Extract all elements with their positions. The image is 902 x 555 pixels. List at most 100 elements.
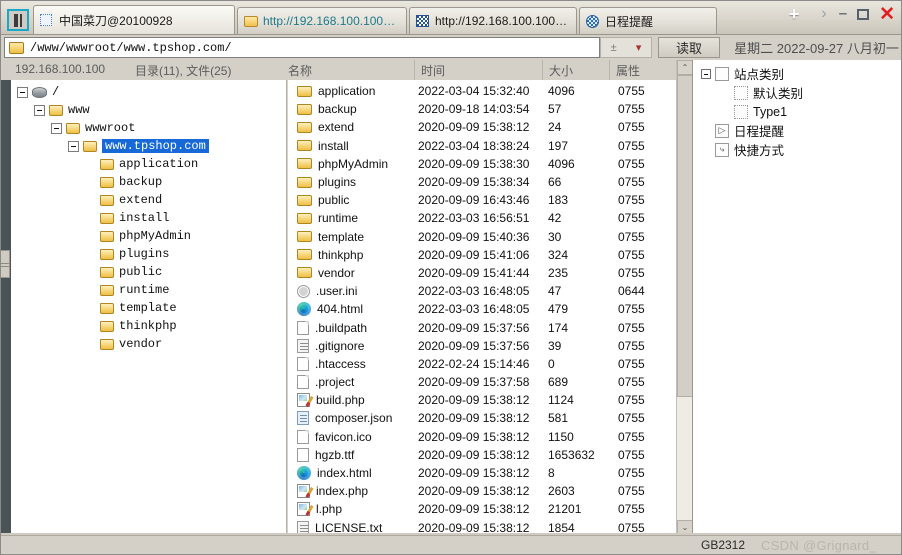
tree-node[interactable]: wwwroot — [11, 119, 286, 137]
file-row[interactable]: vendor 2020-09-09 15:41:44 235 0755 — [288, 264, 676, 282]
tab-overflow-icon[interactable]: › — [821, 5, 826, 23]
tree-node[interactable]: plugins — [11, 245, 286, 263]
file-attr: 0755 — [618, 411, 645, 426]
tree-node[interactable]: extend — [11, 191, 286, 209]
file-row[interactable]: .user.ini 2022-03-03 16:48:05 47 0644 — [288, 282, 676, 300]
file-row[interactable]: runtime 2022-03-03 16:56:51 42 0755 — [288, 209, 676, 227]
file-attr: 0755 — [618, 156, 645, 171]
file-row[interactable]: composer.json 2020-09-09 15:38:12 581 0755 — [288, 409, 676, 427]
tree-node[interactable]: www.tpshop.com — [11, 137, 286, 155]
maximize-button[interactable] — [857, 8, 870, 20]
tree-node[interactable]: vendor — [11, 335, 286, 353]
tab-1[interactable]: http://192.168.100.100/2001... — [237, 7, 407, 34]
new-tab-button[interactable]: + — [775, 5, 822, 23]
file-row[interactable]: .buildpath 2020-09-09 15:37:56 174 0755 — [288, 318, 676, 336]
site-tree-node[interactable]: ▷ 日程提醒 — [693, 121, 901, 140]
folder-icon — [297, 267, 312, 279]
file-size: 1653632 — [548, 447, 595, 462]
file-attr: 0755 — [618, 484, 645, 499]
site-tree-node[interactable]: ⤷ 快捷方式 — [693, 140, 901, 159]
file-row[interactable]: .gitignore 2020-09-09 15:37:56 39 0755 — [288, 337, 676, 355]
read-button[interactable]: 读取 — [658, 37, 720, 58]
file-time: 2020-09-09 15:38:12 — [418, 411, 530, 426]
file-row[interactable]: install 2022-03-04 18:38:24 197 0755 — [288, 137, 676, 155]
site-tree-node[interactable]: 站点类别 — [693, 64, 901, 83]
tab-0[interactable]: 中国菜刀@20100928 — [33, 5, 235, 34]
tree-node[interactable]: backup — [11, 173, 286, 191]
file-row[interactable]: hgzb.ttf 2020-09-09 15:38:12 1653632 0755 — [288, 446, 676, 464]
dotted-icon — [734, 104, 748, 119]
path-adjust-control[interactable]: ± ▾ — [600, 37, 652, 58]
tree-node[interactable]: runtime — [11, 281, 286, 299]
collapse-icon[interactable] — [34, 104, 45, 116]
file-row[interactable]: thinkphp 2020-09-09 15:41:06 324 0755 — [288, 246, 676, 264]
file-row[interactable]: public 2020-09-09 16:43:46 183 0755 — [288, 191, 676, 209]
file-row[interactable]: .htaccess 2022-02-24 15:14:46 0 0755 — [288, 355, 676, 373]
file-row[interactable]: index.php 2020-09-09 15:38:12 2603 0755 — [288, 482, 676, 500]
file-row[interactable]: application 2022-03-04 15:32:40 4096 0755 — [288, 82, 676, 100]
file-time: 2022-03-04 18:38:24 — [418, 138, 530, 153]
scroll-up-button[interactable]: ⌃ — [677, 60, 693, 75]
tree-node[interactable]: / — [11, 83, 286, 101]
tab-3[interactable]: 日程提醒 — [579, 7, 717, 34]
chevron-down-icon[interactable]: ▾ — [636, 41, 642, 54]
folder-icon — [297, 85, 312, 97]
app-icon[interactable] — [7, 9, 29, 31]
column-size[interactable]: 大小 — [549, 62, 573, 79]
file-row[interactable]: l.php 2020-09-09 15:38:12 21201 0755 — [288, 500, 676, 518]
column-time[interactable]: 时间 — [421, 62, 445, 79]
status-bar: GB2312 CSDN @Grignard_ — [1, 535, 901, 554]
site-tree-node[interactable]: 默认类别 — [693, 83, 901, 102]
file-row[interactable]: extend 2020-09-09 15:38:12 24 0755 — [288, 118, 676, 136]
tree-node[interactable]: application — [11, 155, 286, 173]
file-row[interactable]: 404.html 2022-03-03 16:48:05 479 0755 — [288, 300, 676, 318]
ttf-icon — [297, 447, 309, 462]
file-list-scrollbar[interactable]: ⌃ ⌄ — [676, 60, 693, 535]
close-button[interactable]: ✕ — [879, 5, 895, 24]
collapse-icon[interactable] — [68, 140, 79, 152]
file-attr: 0755 — [618, 466, 645, 481]
file-name: vendor — [318, 265, 355, 280]
file-list-pane[interactable]: application 2022-03-04 15:32:40 4096 0755 ba… — [288, 80, 676, 535]
file-time: 2022-03-04 15:32:40 — [418, 84, 530, 99]
minimize-button[interactable]: – — [839, 5, 847, 22]
file-row[interactable]: template 2020-09-09 15:40:36 30 0755 — [288, 228, 676, 246]
tree-node[interactable]: install — [11, 209, 286, 227]
file-name: .project — [315, 375, 355, 390]
file-attr: 0755 — [618, 447, 645, 462]
dither-circle-icon — [586, 14, 600, 28]
tree-node-label: phpMyAdmin — [119, 229, 192, 243]
collapse-icon[interactable] — [701, 68, 711, 79]
tree-node[interactable]: public — [11, 263, 286, 281]
column-name[interactable]: 名称 — [288, 62, 312, 79]
page-icon — [297, 375, 309, 390]
file-row[interactable]: plugins 2020-09-09 15:38:34 66 0755 — [288, 173, 676, 191]
splitter-handle[interactable] — [1, 250, 10, 278]
file-row[interactable]: index.html 2020-09-09 15:38:12 8 0755 — [288, 464, 676, 482]
tree-node[interactable]: www — [11, 101, 286, 119]
file-row[interactable]: build.php 2020-09-09 15:38:12 1124 0755 — [288, 391, 676, 409]
collapse-icon[interactable] — [17, 86, 28, 98]
column-attr[interactable]: 属性 — [616, 62, 640, 79]
collapse-icon[interactable] — [51, 122, 62, 134]
tab-2[interactable]: http://192.168.100.100/2001... — [409, 7, 577, 34]
file-row[interactable]: .project 2020-09-09 15:37:58 689 0755 — [288, 373, 676, 391]
file-row[interactable]: backup 2020-09-18 14:03:54 57 0755 — [288, 100, 676, 118]
tree-node[interactable]: template — [11, 299, 286, 317]
scrollbar-thumb[interactable] — [677, 75, 693, 397]
path-input[interactable]: /www/wwwroot/www.tpshop.com/ — [4, 37, 600, 58]
folder-icon — [100, 230, 114, 242]
file-row[interactable]: phpMyAdmin 2020-09-09 15:38:30 4096 0755 — [288, 155, 676, 173]
site-tree-node[interactable]: Type1 — [693, 102, 901, 121]
directory-tree-pane[interactable]: / www wwwroot www.tpshop.com application back… — [11, 80, 287, 535]
site-category-pane[interactable]: 站点类别 默认类别 Type1 ▷ 日程提醒 ⤷ 快捷方式 — [692, 60, 901, 535]
file-row[interactable]: favicon.ico 2020-09-09 15:38:12 1150 0755 — [288, 428, 676, 446]
tree-node-label: thinkphp — [119, 319, 177, 333]
tree-node[interactable]: phpMyAdmin — [11, 227, 286, 245]
file-size: 47 — [548, 284, 562, 299]
tree-node[interactable]: thinkphp — [11, 317, 286, 335]
